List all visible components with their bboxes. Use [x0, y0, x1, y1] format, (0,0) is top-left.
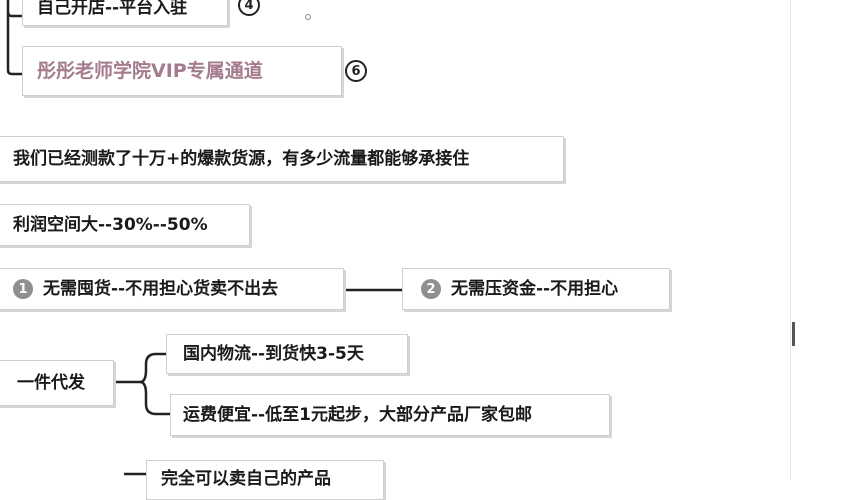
- mindmap-canvas: 自己开店--平台入驻 4 彤彤老师学院VIP专属通道 6 我们已经测款了十万+的…: [0, 0, 790, 500]
- badge-2: 2: [421, 279, 441, 299]
- cursor-dot: [305, 14, 311, 20]
- node-tested-sources[interactable]: 我们已经测款了十万+的爆款货源，有多少流量都能够承接住: [0, 136, 564, 182]
- node-domestic-logistics-label: 国内物流--到货快3-5天: [183, 343, 364, 364]
- connector-shipping: [139, 380, 170, 416]
- node-vip-channel-label: 彤彤老师学院VIP专属通道: [37, 59, 263, 82]
- node-cheap-shipping-label: 运费便宜--低至1元起步，大部分产品厂家包邮: [183, 404, 532, 425]
- scrollbar-thumb[interactable]: [792, 322, 795, 346]
- node-tested-sources-label: 我们已经测款了十万+的爆款货源，有多少流量都能够承接住: [13, 148, 470, 169]
- node-open-store[interactable]: 自己开店--平台入驻: [22, 0, 228, 26]
- node-profit-margin[interactable]: 利润空间大--30%--50%: [0, 204, 250, 246]
- node-no-stock-label: 无需囤货--不用担心货卖不出去: [43, 278, 279, 299]
- node-dropshipping[interactable]: 一件代发: [0, 360, 114, 406]
- connector-top: [6, 11, 22, 18]
- node-cheap-shipping[interactable]: 运费便宜--低至1元起步，大部分产品厂家包邮: [170, 394, 610, 436]
- node-no-capital[interactable]: 2 无需压资金--不用担心: [402, 268, 670, 310]
- node-open-store-label: 自己开店--平台入驻: [37, 0, 188, 18]
- connector-vip: [6, 0, 22, 76]
- vertical-scrollbar[interactable]: [790, 0, 852, 480]
- badge-1: 1: [13, 279, 33, 299]
- number-badge-6: 6: [345, 60, 367, 82]
- node-sell-own-products[interactable]: 完全可以卖自己的产品: [146, 460, 384, 500]
- node-no-capital-label: 无需压资金--不用担心: [451, 278, 619, 299]
- node-vip-channel[interactable]: 彤彤老师学院VIP专属通道: [22, 46, 342, 96]
- node-domestic-logistics[interactable]: 国内物流--到货快3-5天: [166, 334, 408, 374]
- node-dropshipping-label: 一件代发: [17, 372, 85, 393]
- node-profit-margin-label: 利润空间大--30%--50%: [13, 214, 208, 235]
- connector-logistics: [139, 352, 166, 384]
- node-no-stock[interactable]: 1 无需囤货--不用担心货卖不出去: [0, 268, 344, 310]
